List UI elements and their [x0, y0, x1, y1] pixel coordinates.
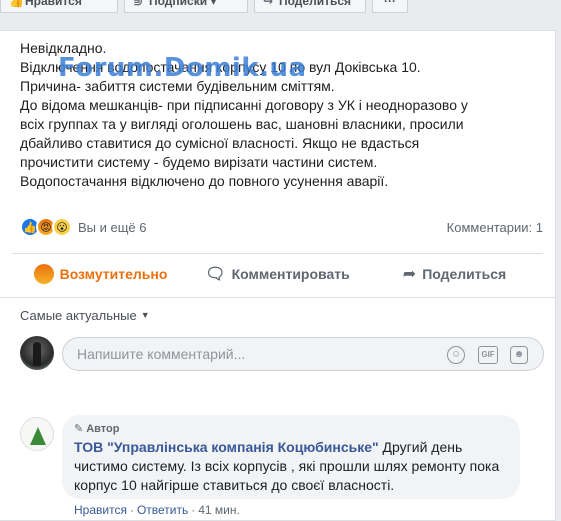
- comment-line: корпус 10 найгірше ставиться до своєї вл…: [74, 477, 395, 493]
- author-badge: ✎ Автор: [74, 422, 119, 435]
- subscribe-button[interactable]: ⋑ Подписки ▾: [124, 0, 248, 13]
- reaction-button[interactable]: Возмутительно: [12, 257, 189, 291]
- share-icon: ↪: [263, 0, 274, 8]
- subscribe-label: Подписки: [149, 0, 208, 8]
- more-button[interactable]: ···: [372, 0, 408, 13]
- comment-line: чистимо систему. Із всіх корпусів , які …: [74, 458, 500, 474]
- scrollbar[interactable]: [556, 0, 561, 521]
- comments-count[interactable]: Комментарии: 1: [447, 220, 543, 235]
- angry-icon: [33, 264, 54, 284]
- post-actions: Возмутительно 🗨 Комментировать ➦ Поделит…: [12, 257, 543, 291]
- more-label: ···: [384, 0, 396, 8]
- reactions-summary[interactable]: 👍 😡 😮 Вы и ещё 6: [20, 217, 147, 237]
- post-line: Водопостачання відключено до повного усу…: [20, 173, 389, 189]
- post-card: Невідкладно. Відключення водопостачання …: [0, 30, 556, 521]
- page-like-button[interactable]: 👍Нравится: [0, 0, 118, 13]
- comment-icon: 🗨: [205, 266, 226, 283]
- caret-down-icon: ▼: [140, 310, 150, 320]
- top-toolbar: 👍Нравится ⋑ Подписки ▾ ↪ Поделиться ···: [0, 0, 561, 14]
- comment-input[interactable]: [77, 346, 437, 362]
- page-share-button[interactable]: ↪ Поделиться: [254, 0, 366, 13]
- emoji-icon[interactable]: ☺: [447, 346, 465, 364]
- page-share-label: Поделиться: [279, 0, 352, 8]
- watermark: Forum.Domik.ua: [58, 53, 307, 83]
- post-line: До відома мешканців- при підписанні дого…: [20, 97, 468, 113]
- tree-logo: [30, 427, 46, 445]
- divider: [12, 253, 543, 254]
- comment-label: Комментировать: [231, 266, 350, 282]
- avatar[interactable]: [20, 336, 54, 370]
- share-label: Поделиться: [422, 266, 507, 282]
- post-line: прочистити систему - будемо вирізати час…: [20, 154, 378, 170]
- comment-button[interactable]: 🗨 Комментировать: [189, 257, 366, 291]
- rss-icon: ⋑: [133, 0, 144, 8]
- comment-sort-dropdown[interactable]: Самые актуальные ▼: [20, 308, 150, 323]
- reaction-label: Возмутительно: [59, 266, 168, 282]
- sort-label: Самые актуальные: [20, 308, 137, 323]
- wow-reaction-icon: 😮: [52, 217, 72, 237]
- gif-icon[interactable]: GIF: [478, 346, 498, 364]
- pen-icon: ✎: [74, 423, 84, 435]
- divider: [0, 297, 555, 298]
- thumbs-up-icon: 👍: [9, 0, 24, 8]
- comment-like-link[interactable]: Нравится: [74, 503, 127, 517]
- comment-bubble: ✎ Автор ТОВ "Управлінська компанія Коцюби…: [62, 415, 520, 499]
- post-line: всіх группах та у вигляді оголошень вас,…: [20, 116, 464, 132]
- comment-meta: Нравится · Ответить · 41 мин.: [74, 503, 240, 517]
- comment-reply-link[interactable]: Ответить: [137, 503, 188, 517]
- share-button[interactable]: ➦ Поделиться: [366, 257, 543, 291]
- author-badge-label: Автор: [86, 423, 120, 435]
- sticker-icon[interactable]: ☻: [510, 346, 528, 364]
- share-icon: ➦: [402, 266, 417, 283]
- comment-author-name[interactable]: ТОВ "Управлінська компанія Коцюбинське": [74, 439, 379, 455]
- comment-author-avatar[interactable]: [20, 417, 54, 451]
- reactions-count[interactable]: Вы и ещё 6: [78, 220, 147, 235]
- comment-line: Другий день: [378, 439, 463, 455]
- comment-timestamp[interactable]: 41 мин.: [198, 503, 240, 517]
- page-like-label: Нравится: [25, 0, 82, 8]
- comment-text: ТОВ "Управлінська компанія Коцюбинське" …: [74, 438, 514, 495]
- comment-composer: ☺ GIF ☻: [62, 337, 544, 371]
- chevron-down-icon: ▾: [210, 0, 217, 8]
- post-line: дбайливо ставитися до сумісної власності…: [20, 135, 420, 151]
